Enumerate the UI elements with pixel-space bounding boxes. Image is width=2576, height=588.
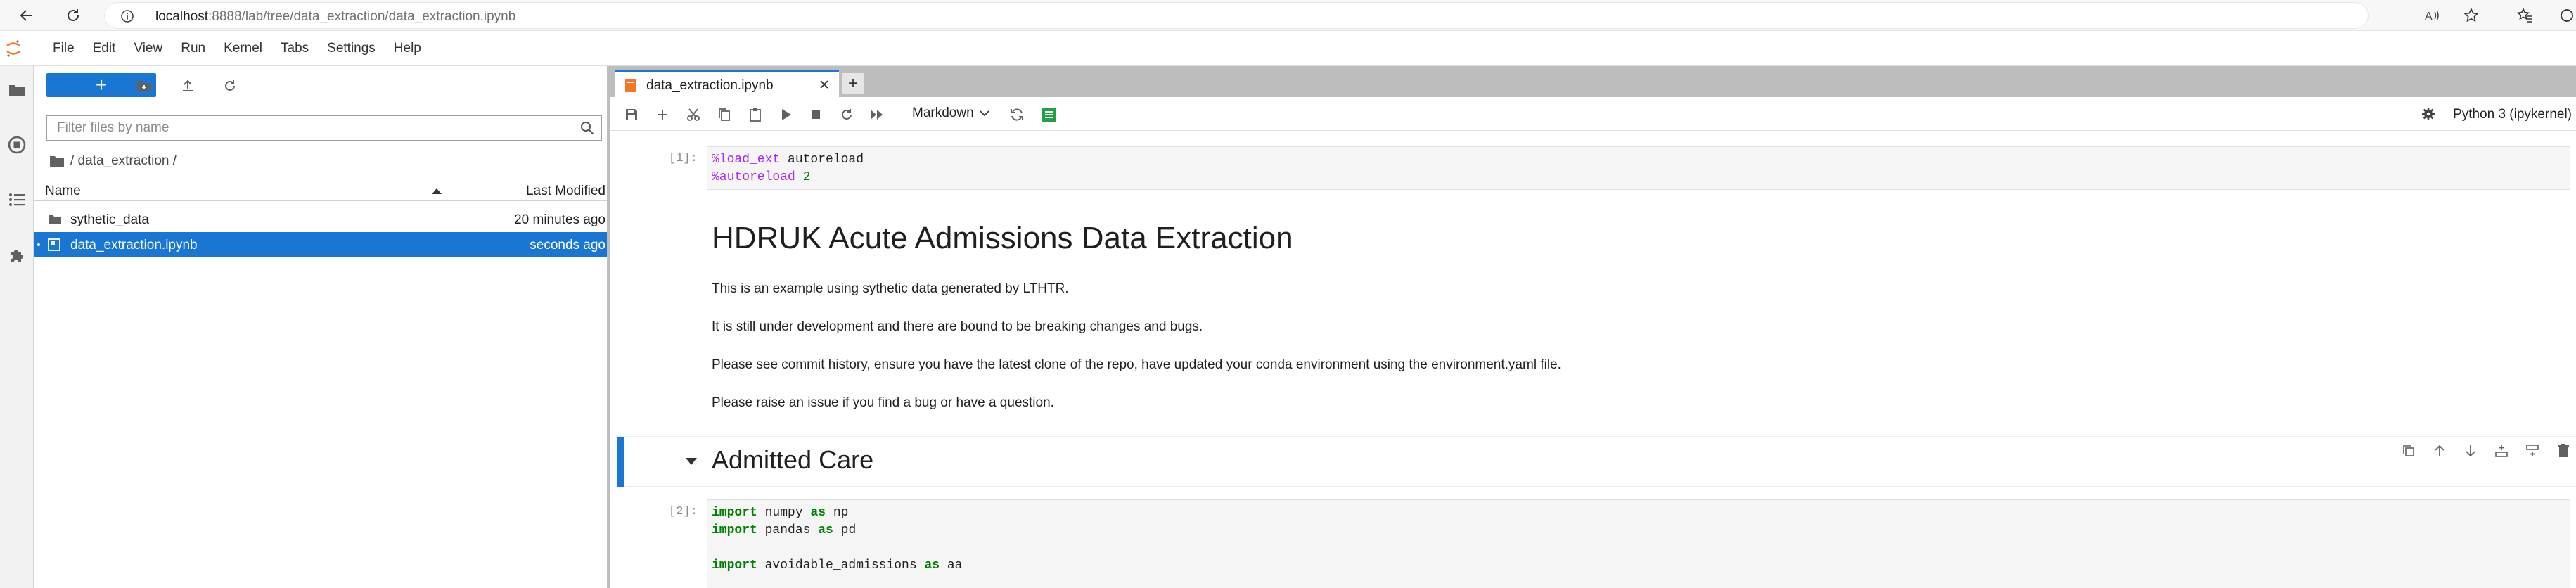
kernel-status[interactable]: Python 3 (ipykernel) [2453, 107, 2572, 122]
file-row-selected[interactable]: data_extraction.ipynb seconds ago [34, 232, 607, 257]
svg-text:A: A [2425, 11, 2433, 23]
cell-type-value: Markdown [912, 106, 974, 120]
tab-label: data_extraction.ipynb [646, 78, 774, 93]
table-of-contents-icon[interactable] [7, 190, 27, 210]
url-text: localhost:8888/lab/tree/data_extraction/… [155, 9, 516, 24]
cut-icon[interactable] [684, 106, 703, 124]
duplicate-icon[interactable] [2400, 442, 2417, 459]
active-markdown-cell[interactable]: Admitted Care [617, 436, 2576, 487]
stop-icon[interactable] [807, 106, 825, 124]
menu-file[interactable]: File [44, 41, 84, 56]
extension-manager-icon[interactable] [7, 245, 27, 264]
chevron-down-icon [980, 110, 989, 117]
favorite-add-icon[interactable] [2460, 4, 2482, 27]
paragraph: Please raise an issue if you find a bug … [712, 395, 1054, 410]
home-folder-icon[interactable] [49, 155, 65, 167]
move-up-icon[interactable] [2431, 442, 2448, 459]
breadcrumb-path[interactable]: / data_extraction / [70, 153, 177, 169]
folder-icon [48, 213, 62, 224]
file-row[interactable]: sythetic_data 20 minutes ago [34, 207, 607, 232]
column-name-header[interactable]: Name [45, 184, 81, 199]
notebook-toolbar: Markdown Python 3 (ipykernel) [610, 97, 2576, 131]
git-diff-icon[interactable] [1008, 106, 1026, 124]
menu-edit[interactable]: Edit [84, 41, 125, 56]
file-browser: + / data_extraction / Name Last Modified [34, 66, 607, 588]
restart-icon[interactable] [838, 106, 856, 124]
dock-tab-bar: data_extraction.ipynb + [610, 66, 2576, 97]
menu-run[interactable]: Run [172, 41, 214, 56]
close-icon[interactable] [818, 78, 831, 91]
notebook-title: HDRUK Acute Admissions Data Extraction [712, 221, 1293, 255]
notebook-icon [625, 79, 636, 92]
paste-icon[interactable] [746, 106, 764, 124]
section-heading: Admitted Care [712, 445, 874, 474]
cell-collapser[interactable] [617, 437, 624, 487]
delete-icon[interactable] [2555, 442, 2572, 459]
paragraph: It is still under development and there … [712, 319, 1203, 334]
tab-data-extraction[interactable]: data_extraction.ipynb [615, 70, 839, 97]
file-filter-box [46, 115, 602, 141]
file-browser-toolbar: + [34, 66, 607, 108]
insert-below-icon[interactable] [2524, 442, 2541, 459]
run-icon[interactable] [777, 106, 795, 124]
running-kernels-icon[interactable] [7, 135, 27, 155]
variable-inspector-icon[interactable] [1040, 106, 1058, 124]
cell-prompt: [2]: [669, 505, 698, 518]
read-aloud-icon[interactable]: A [2421, 4, 2443, 27]
file-name: data_extraction.ipynb [70, 238, 198, 253]
menu-bar: File Edit View Run Kernel Tabs Settings … [0, 31, 2576, 66]
column-modified-header[interactable]: Last Modified [526, 184, 605, 199]
add-cell-icon[interactable] [653, 106, 672, 124]
cell-toolbar [2400, 442, 2572, 459]
file-modified: seconds ago [530, 238, 605, 253]
search-icon [580, 121, 594, 135]
favorites-icon[interactable] [2513, 4, 2536, 27]
menu-help[interactable]: Help [385, 41, 430, 56]
menu-tabs[interactable]: Tabs [271, 41, 318, 56]
file-list-header: Name Last Modified [34, 181, 607, 201]
code-cell-1[interactable]: %load_ext autoreload %autoreload 2 [707, 146, 2570, 190]
insert-above-icon[interactable] [2493, 442, 2510, 459]
collapse-caret-icon[interactable] [686, 458, 697, 465]
running-indicator [37, 243, 40, 246]
sort-caret-icon[interactable] [432, 188, 442, 194]
upload-icon[interactable] [177, 76, 198, 96]
jupyter-logo-icon [6, 39, 21, 58]
file-name: sythetic_data [70, 212, 149, 227]
gear-icon[interactable] [2421, 107, 2435, 121]
folder-icon[interactable] [7, 80, 27, 100]
cell-prompt: [1]: [669, 152, 698, 165]
activity-bar [0, 66, 34, 588]
browser-toolbar: localhost:8888/lab/tree/data_extraction/… [0, 0, 2576, 31]
new-tab-button[interactable]: + [842, 73, 864, 94]
notebook-content: [1]: %load_ext autoreload %autoreload 2 … [610, 131, 2576, 588]
cell-type-dropdown[interactable]: Markdown [912, 106, 989, 121]
back-arrow-icon[interactable] [15, 4, 38, 27]
site-info-icon[interactable] [120, 9, 134, 23]
notebook-icon [48, 238, 60, 251]
extensions-icon[interactable] [2556, 4, 2576, 27]
file-modified: 20 minutes ago [514, 212, 605, 227]
move-down-icon[interactable] [2462, 442, 2479, 459]
restart-run-all-icon[interactable] [869, 106, 887, 124]
code-cell-2[interactable]: import numpy as np import pandas as pd i… [707, 499, 2570, 588]
copy-icon[interactable] [715, 106, 733, 124]
menu-kernel[interactable]: Kernel [214, 41, 271, 56]
address-bar[interactable]: localhost:8888/lab/tree/data_extraction/… [104, 2, 2369, 29]
menu-settings[interactable]: Settings [318, 41, 385, 56]
reload-icon[interactable] [62, 4, 84, 27]
breadcrumb: / data_extraction / [49, 152, 177, 170]
file-filter-input[interactable] [47, 116, 596, 140]
paragraph: This is an example using sythetic data g… [712, 281, 1069, 296]
new-folder-icon[interactable] [134, 76, 155, 96]
paragraph: Please see commit history, ensure you ha… [712, 357, 1561, 372]
refresh-icon[interactable] [219, 76, 241, 96]
save-icon[interactable] [622, 106, 641, 124]
menu-view[interactable]: View [124, 41, 172, 56]
